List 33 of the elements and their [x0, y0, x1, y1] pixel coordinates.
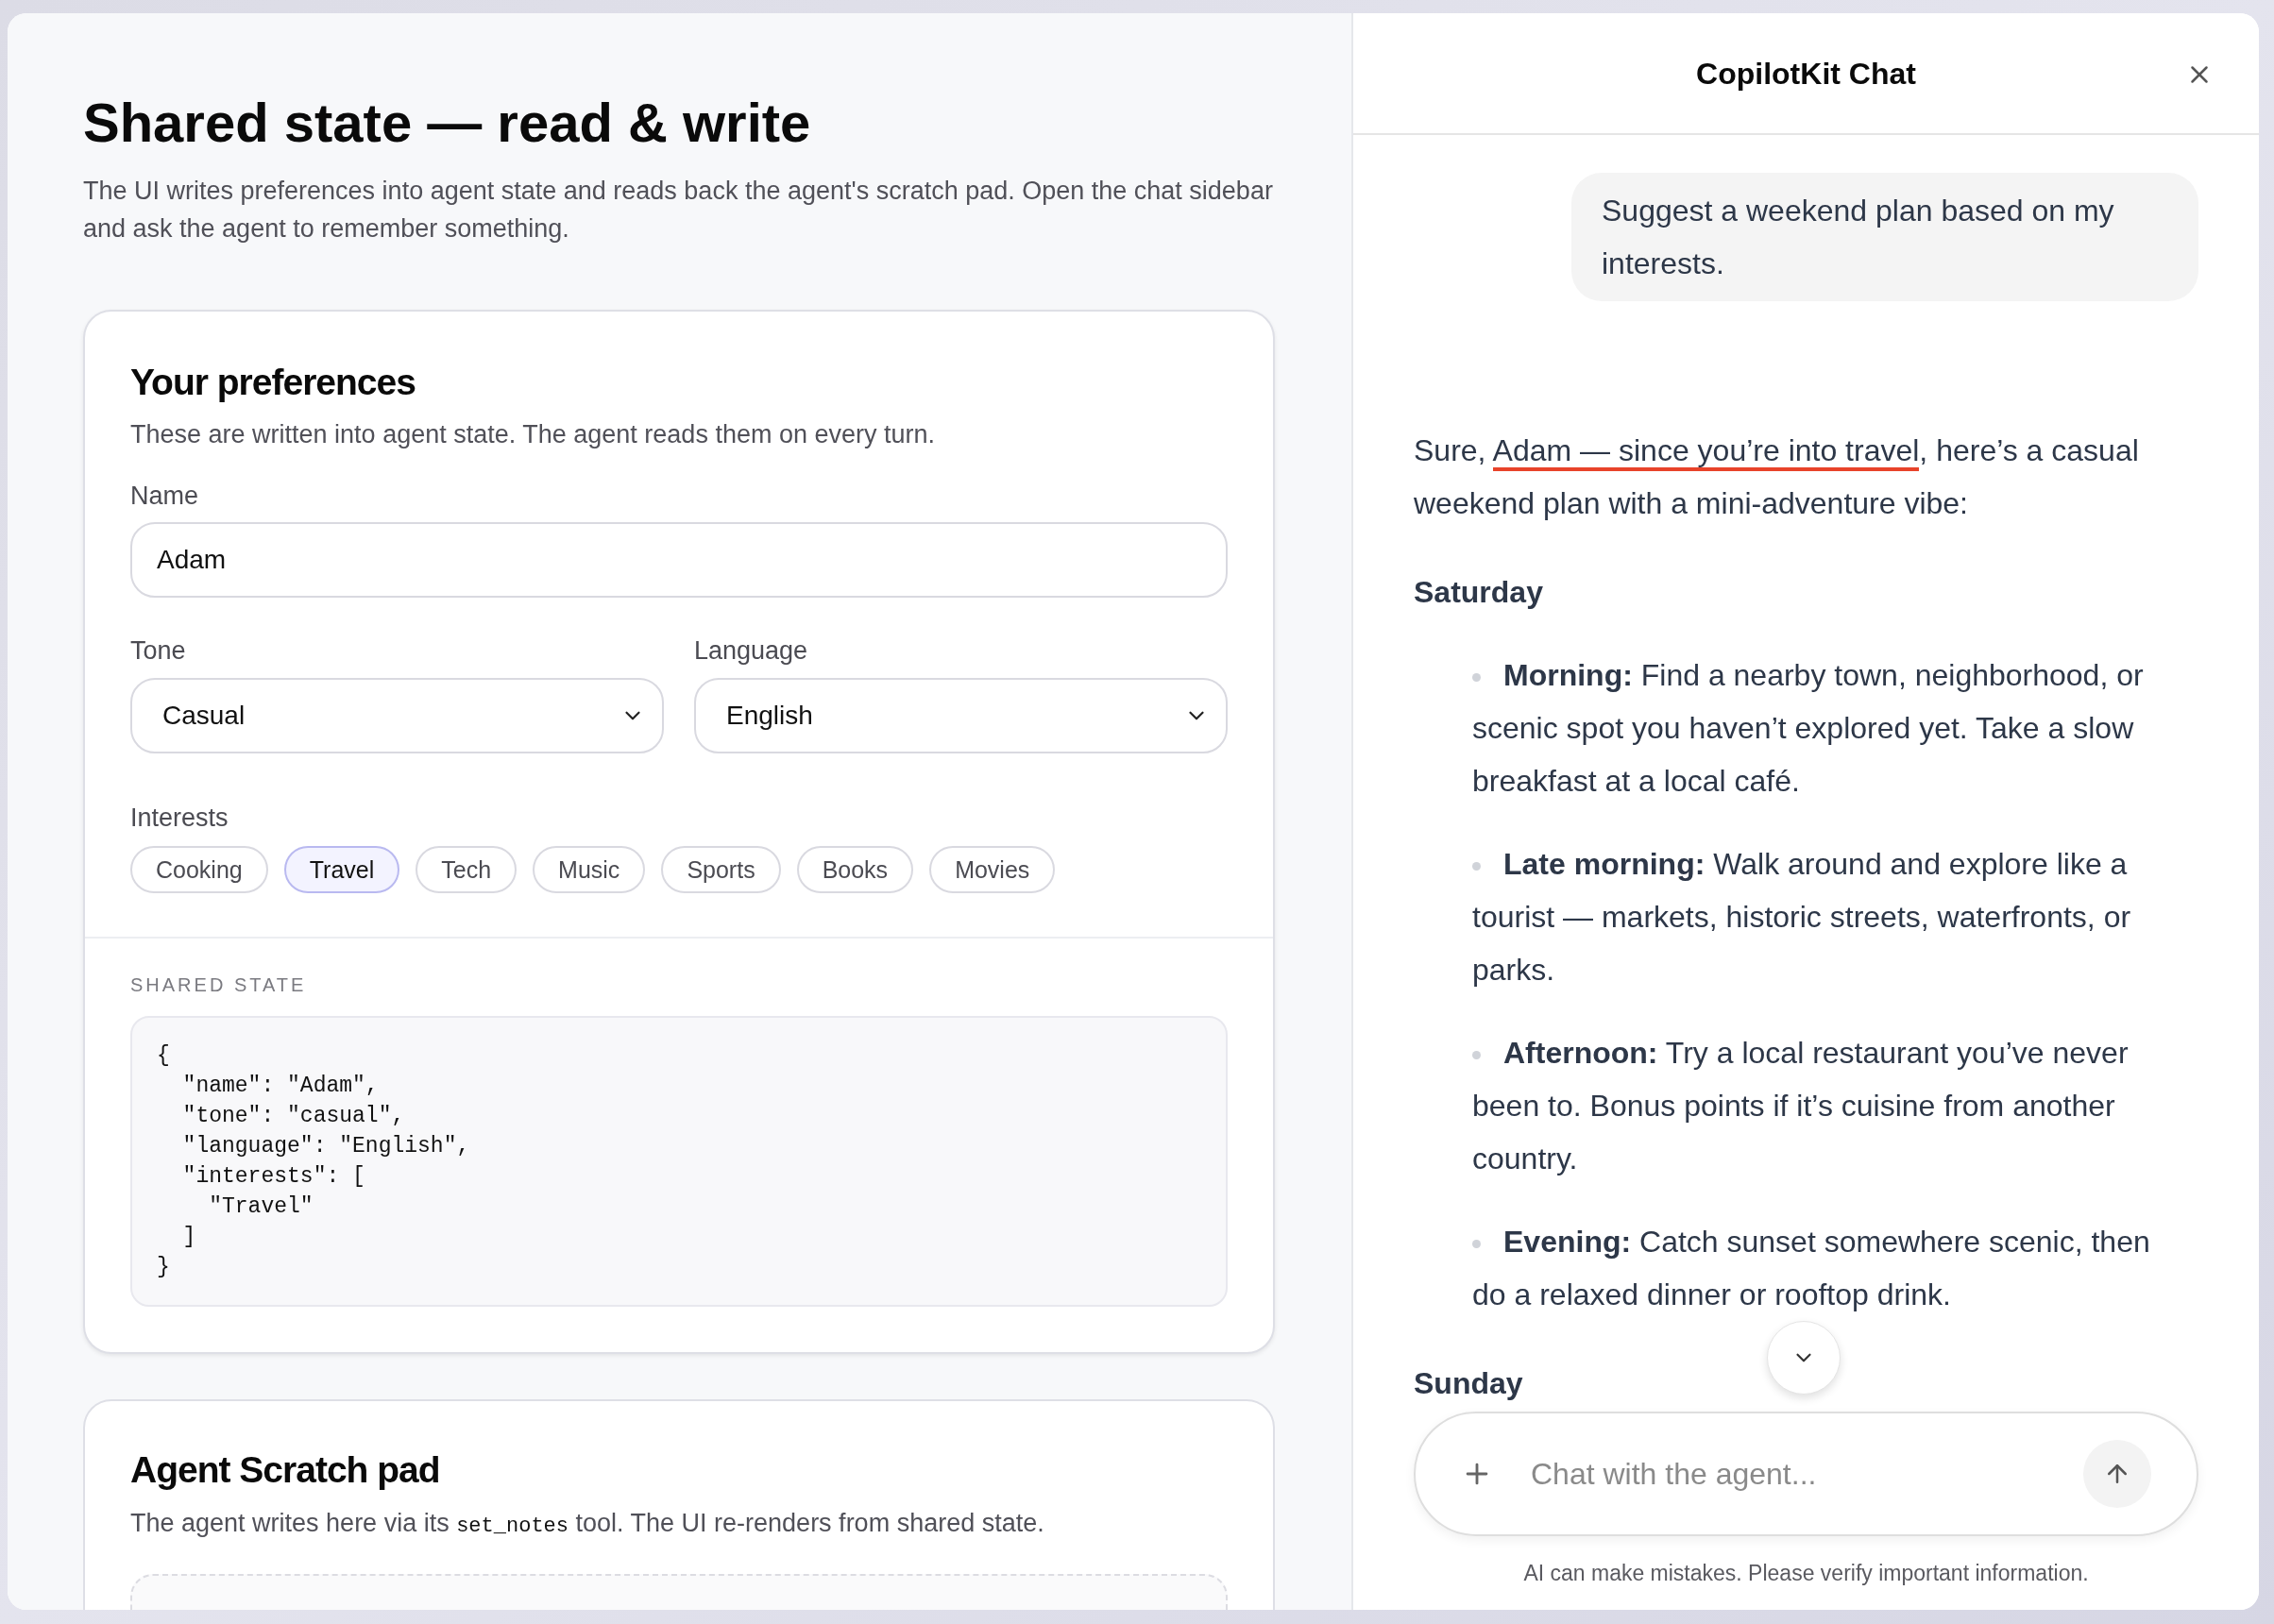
field-label: Interests — [130, 802, 229, 834]
field-label: Name — [130, 480, 200, 512]
list-item: Evening: Catch sunset somewhere scenic, then do a relaxed dinner or rooftop drink. — [1472, 1224, 2151, 1313]
interest-chip[interactable]: Movies — [929, 846, 1056, 894]
chat-input[interactable]: Chat with the agent... — [1531, 1450, 2045, 1497]
interest-chip[interactable]: Sports — [661, 846, 781, 894]
card-title: Agent Scratch pad — [130, 1448, 441, 1493]
card-description: These are written into agent state. The agent reads them on every turn. — [130, 419, 936, 451]
assistant-message: Sure, Adam — since you’re into travel, here’s a casual weekend plan with a mini-adventure vibe: — [1414, 432, 2140, 522]
section-heading: Saturday — [1414, 574, 1543, 611]
interest-chip[interactable]: Books — [796, 846, 914, 894]
interest-chip[interactable]: Tech — [416, 846, 518, 894]
code-block: { "name": "Adam", "tone": "casual", "language": "English", "interests": [ "Travel" ] } — [130, 1016, 1228, 1308]
card-description: The agent writes here via its set_notes tool. The UI re-renders from shared state. — [130, 1507, 1045, 1540]
field-label: Language — [694, 635, 809, 668]
page-description: The UI writes preferences into agent state and reads back the agent's scratch pad. Open the chat sidebar and ask the agent to remember something. — [83, 175, 1274, 245]
list-item: Afternoon: Try a local restaurant you’ve never been to. Bonus points if it’s cuisine from another country. — [1472, 1035, 2130, 1177]
section-heading: Sunday — [1414, 1365, 1523, 1402]
interest-chip[interactable]: Cooking — [130, 846, 268, 894]
interest-chip[interactable]: Music — [533, 846, 646, 894]
chat-title: CopilotKit Chat — [1696, 55, 1916, 93]
field-label: Tone — [130, 635, 187, 668]
user-message: Suggest a weekend plan based on my interests. — [1571, 173, 2198, 301]
list-item: Late morning: Walk around and explore like a tourist — markets, historic streets, waterfronts, or parks. — [1472, 846, 2132, 989]
page-title: Shared state — read & write — [83, 93, 812, 153]
disclaimer: AI can make mistakes. Please verify important information. — [1523, 1559, 2089, 1587]
input-field[interactable]: Adam — [130, 522, 1228, 599]
interest-chip[interactable]: Travel — [283, 846, 400, 894]
select-field[interactable]: Casual — [130, 677, 664, 753]
select-field[interactable]: English — [694, 677, 1228, 753]
section-label: SHARED STATE — [130, 973, 308, 998]
card-title: Your preferences — [130, 360, 416, 404]
list-item: Morning: Find a nearby town, neighborhood, or scenic spot you haven’t explored yet. Take a slow breakfast at a local café. — [1472, 657, 2145, 800]
